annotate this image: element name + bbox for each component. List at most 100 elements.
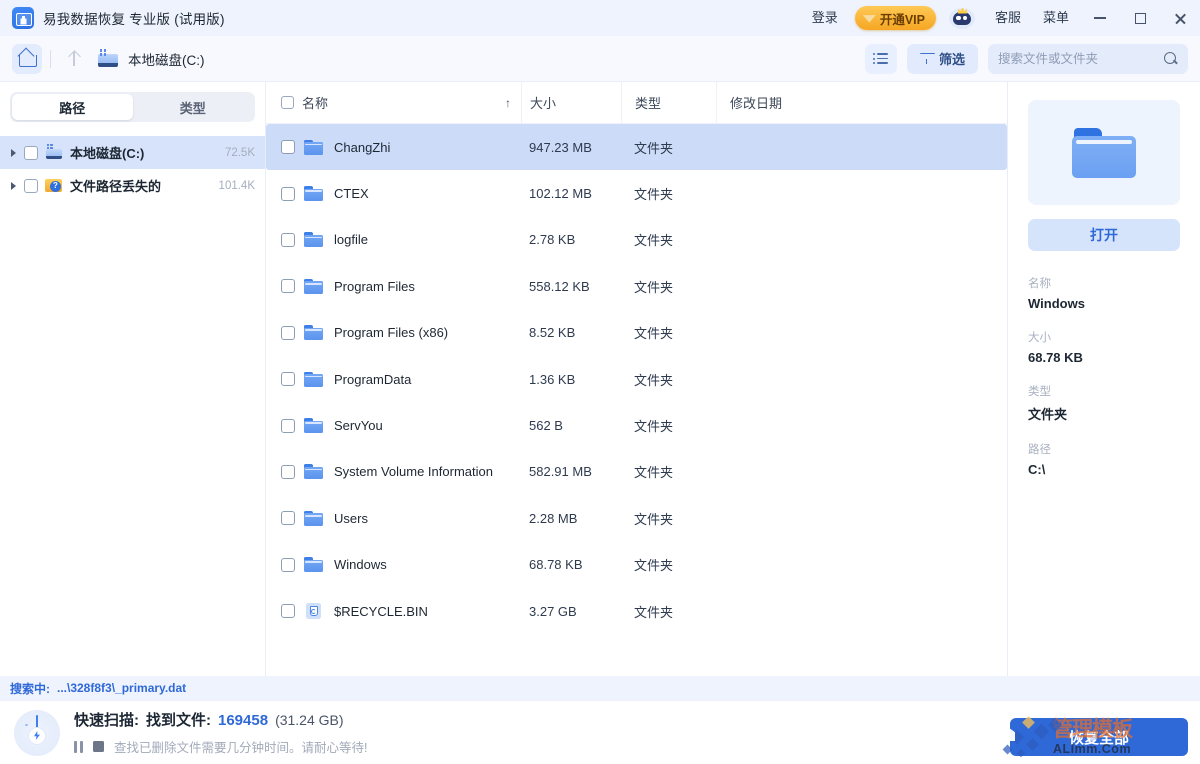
row-checkbox[interactable]: [281, 140, 295, 155]
meta-key-path: 路径: [1028, 444, 1051, 456]
maximize-button[interactable]: [1120, 0, 1160, 36]
cell-name: CTEX: [266, 186, 521, 201]
list-view-icon: [873, 52, 889, 65]
sidebar-item-lost-paths[interactable]: ? 文件路径丢失的 101.4K: [0, 169, 265, 202]
local-disk-icon: [45, 143, 63, 161]
recover-all-button[interactable]: 恢复全部: [1010, 718, 1188, 756]
row-checkbox[interactable]: [281, 464, 295, 479]
open-button[interactable]: 打开: [1028, 219, 1180, 251]
preview-panel: 打开 名称 Windows 大小 68.78 KB 类型 文件夹 路径 C:\: [1008, 82, 1200, 676]
list-view-button[interactable]: [864, 43, 897, 74]
search-input[interactable]: [998, 51, 1164, 66]
navigate-up-button[interactable]: [59, 44, 89, 74]
table-row[interactable]: logfile 2.78 KB 文件夹: [266, 217, 1007, 263]
meta-key-type: 类型: [1028, 386, 1051, 398]
title-bar: 易我数据恢复 专业版 (试用版) 登录 开通VIP 客服 菜单: [0, 0, 1200, 36]
table-body: ChangZhi 947.23 MB 文件夹 CTEX 102.12 MB 文件…: [266, 124, 1007, 634]
table-row[interactable]: ChangZhi 947.23 MB 文件夹: [266, 124, 1007, 171]
menu-button[interactable]: 菜单: [1032, 0, 1080, 36]
filter-label: 筛选: [938, 52, 965, 67]
row-checkbox[interactable]: [281, 511, 295, 526]
table-row[interactable]: CTEX 102.12 MB 文件夹: [266, 170, 1007, 216]
breadcrumb[interactable]: 本地磁盘(C:): [128, 49, 205, 69]
row-checkbox[interactable]: [281, 279, 295, 294]
row-checkbox[interactable]: [281, 186, 295, 201]
table-row[interactable]: Users 2.28 MB 文件夹: [266, 495, 1007, 541]
folder-icon: [304, 278, 323, 294]
table-row[interactable]: Program Files (x86) 8.52 KB 文件夹: [266, 310, 1007, 356]
cell-type: 文件夹: [634, 326, 674, 342]
cell-name: Users: [266, 510, 521, 526]
cell-type: 文件夹: [634, 140, 674, 156]
row-checkbox[interactable]: [281, 604, 295, 619]
table-row[interactable]: ProgramData 1.36 KB 文件夹: [266, 356, 1007, 402]
cell-size: 558.12 KB: [529, 278, 590, 294]
pause-button[interactable]: [74, 740, 83, 753]
table-header: 名称 ↑ 大小 类型 修改日期: [266, 81, 1007, 124]
diamond-icon: [863, 14, 876, 23]
file-name: Program Files (x86): [334, 325, 449, 341]
filter-button[interactable]: 筛选: [906, 43, 978, 74]
upgrade-vip-button[interactable]: 开通VIP: [854, 6, 936, 30]
table-row[interactable]: ServYou 562 B 文件夹: [266, 402, 1007, 448]
customer-support-button[interactable]: 客服: [984, 0, 1032, 36]
found-files-count: 169458: [218, 712, 269, 729]
column-header-type[interactable]: 类型: [621, 81, 716, 124]
file-name: System Volume Information: [334, 464, 493, 480]
chevron-right-icon[interactable]: [6, 179, 20, 193]
cell-size: 947.23 MB: [529, 139, 592, 155]
magnifier-icon[interactable]: [1164, 51, 1178, 66]
file-name: $RECYCLE.BIN: [334, 603, 428, 619]
home-button[interactable]: [12, 43, 42, 74]
column-header-name-label: 名称: [302, 96, 329, 111]
row-checkbox[interactable]: [281, 418, 295, 433]
cell-size: 562 B: [529, 418, 563, 434]
mascot-robot-icon[interactable]: [948, 6, 976, 30]
row-checkbox[interactable]: [281, 232, 295, 247]
select-all-checkbox[interactable]: [281, 96, 294, 109]
column-header-date[interactable]: 修改日期: [716, 81, 1007, 124]
cell-size: 1.36 KB: [529, 371, 576, 387]
meta-value-size: 68.78 KB: [1028, 350, 1083, 365]
cell-type: 文件夹: [634, 233, 674, 249]
scan-info: 快速扫描: 找到文件: 169458 (31.24 GB) 查找已删除文件需要几…: [74, 709, 367, 756]
app-window: 易我数据恢复 专业版 (试用版) 登录 开通VIP 客服 菜单 本地磁盘(C:)…: [0, 0, 1200, 764]
table-row[interactable]: $RECYCLE.BIN 3.27 GB 文件夹: [266, 588, 1007, 634]
row-checkbox[interactable]: [281, 325, 295, 340]
tree-checkbox[interactable]: [24, 178, 38, 193]
cell-name: ServYou: [266, 418, 521, 433]
row-checkbox[interactable]: [281, 557, 295, 572]
app-logo-icon: [12, 7, 34, 29]
cell-type: 文件夹: [634, 187, 674, 203]
cell-type: 文件夹: [634, 419, 674, 435]
table-row[interactable]: System Volume Information 582.91 MB 文件夹: [266, 449, 1007, 495]
tree-checkbox[interactable]: [24, 145, 38, 160]
table-row[interactable]: Program Files 558.12 KB 文件夹: [266, 263, 1007, 309]
column-header-name[interactable]: 名称 ↑: [266, 82, 521, 124]
chevron-right-icon[interactable]: [6, 146, 20, 160]
cell-name: Program Files (x86): [266, 325, 521, 340]
sidebar: 路径 类型 本地磁盘(C:) 72.5K ? 文件路径丢失的 101.4K: [0, 82, 266, 676]
column-header-size[interactable]: 大小: [521, 81, 621, 124]
sidebar-item-label: 文件路径丢失的: [70, 179, 162, 194]
folder-icon: [304, 371, 323, 387]
tab-type[interactable]: 类型: [133, 94, 254, 120]
app-title: 易我数据恢复 专业版 (试用版): [43, 12, 225, 27]
row-checkbox[interactable]: [281, 372, 295, 387]
login-button[interactable]: 登录: [801, 0, 849, 36]
folder-icon: [304, 139, 323, 155]
folder-icon: [304, 232, 323, 248]
search-box[interactable]: [988, 43, 1188, 74]
sidebar-item-local-disk-c[interactable]: 本地磁盘(C:) 72.5K: [0, 136, 265, 169]
sort-ascending-icon[interactable]: ↑: [505, 96, 511, 110]
stop-button[interactable]: [93, 741, 104, 752]
minimize-button[interactable]: [1080, 0, 1120, 36]
scan-hint-text: 查找已删除文件需要几分钟时间。请耐心等待!: [114, 741, 368, 755]
close-button[interactable]: [1160, 0, 1200, 36]
meta-key-size: 大小: [1028, 332, 1051, 344]
cell-type: 文件夹: [634, 511, 674, 527]
tab-path[interactable]: 路径: [12, 94, 133, 120]
cell-name: ProgramData: [266, 371, 521, 387]
table-row[interactable]: Windows 68.78 KB 文件夹: [266, 542, 1007, 588]
cell-type: 文件夹: [634, 604, 674, 620]
